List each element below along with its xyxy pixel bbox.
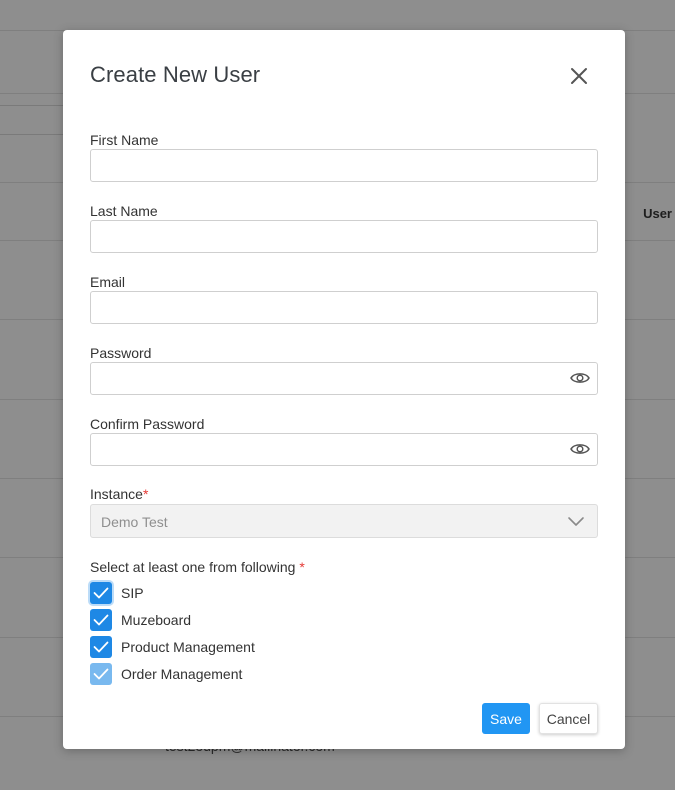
module-option-sip[interactable]: SIP <box>90 581 144 605</box>
checkmark-icon <box>93 614 109 626</box>
email-input[interactable] <box>90 291 598 324</box>
password-input[interactable] <box>90 362 598 395</box>
product-management-checkbox[interactable] <box>90 636 112 658</box>
confirm-password-visibility-toggle[interactable] <box>570 442 590 456</box>
order-management-checkbox[interactable] <box>90 663 112 685</box>
required-asterisk: * <box>299 559 305 575</box>
bg-table-header-user: User <box>643 206 672 221</box>
chevron-down-icon <box>568 517 584 526</box>
required-asterisk: * <box>142 486 149 502</box>
password-visibility-toggle[interactable] <box>570 371 590 385</box>
bg-row-strip <box>0 105 63 135</box>
muzeboard-label: Muzeboard <box>121 612 192 628</box>
product-management-label: Product Management <box>121 639 255 655</box>
sip-label: SIP <box>121 585 144 601</box>
last-name-label: Last Name <box>90 203 158 219</box>
create-user-modal: Create New User First Name Last Name Ema… <box>63 30 625 749</box>
password-label: Password <box>90 345 152 361</box>
first-name-input[interactable] <box>90 149 598 182</box>
checkmark-icon <box>93 668 109 680</box>
eye-icon <box>570 373 590 383</box>
module-option-order-management[interactable]: Order Management <box>90 662 242 686</box>
modules-label: Select at least one from following * <box>90 559 305 575</box>
close-icon <box>571 68 587 84</box>
instance-label-text: Instance <box>90 486 143 502</box>
instance-label: Instance* <box>90 486 148 502</box>
sip-checkbox[interactable] <box>90 582 112 604</box>
module-option-product-management[interactable]: Product Management <box>90 635 255 659</box>
last-name-input[interactable] <box>90 220 598 253</box>
module-option-muzeboard[interactable]: Muzeboard <box>90 608 191 632</box>
save-button[interactable]: Save <box>482 703 530 734</box>
muzeboard-checkbox[interactable] <box>90 609 112 631</box>
confirm-password-input[interactable] <box>90 433 598 466</box>
order-management-label: Order Management <box>121 666 243 682</box>
modules-label-text: Select at least one from following <box>90 559 296 575</box>
instance-select[interactable]: Demo Test <box>90 504 598 538</box>
modal-title: Create New User <box>90 62 261 87</box>
checkmark-icon <box>93 641 109 653</box>
confirm-password-label: Confirm Password <box>90 416 205 432</box>
close-button[interactable] <box>568 65 590 87</box>
cancel-button[interactable]: Cancel <box>539 703 598 734</box>
checkmark-icon <box>93 587 109 599</box>
email-label: Email <box>90 274 126 290</box>
eye-icon <box>570 444 590 454</box>
first-name-label: First Name <box>90 132 159 148</box>
instance-selected-value: Demo Test <box>101 514 168 530</box>
